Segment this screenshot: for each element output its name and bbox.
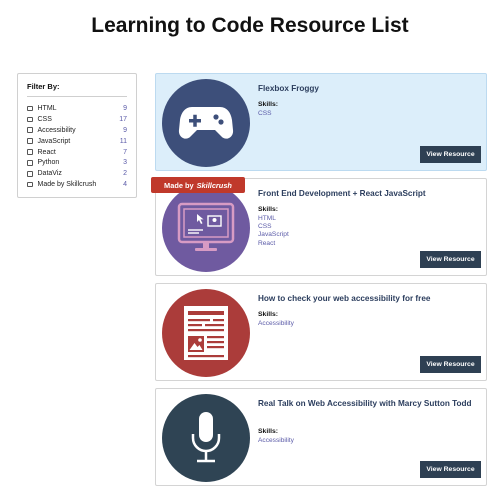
- checkbox[interactable]: [27, 160, 33, 166]
- checkbox[interactable]: [27, 138, 33, 144]
- skills-heading: Skills:: [258, 206, 279, 213]
- filter-option-html[interactable]: HTML 9: [27, 103, 127, 114]
- filter-label: Made by Skillcrush: [37, 181, 97, 189]
- filter-option-accessibility[interactable]: Accessibility 9: [27, 125, 127, 136]
- skill-tag[interactable]: React: [258, 240, 458, 248]
- resource-thumbnail: [162, 184, 250, 272]
- filter-count: 7: [123, 148, 127, 156]
- checkbox[interactable]: [27, 105, 33, 112]
- filter-panel: Filter By: HTML 9 CSS 17 Accessibility 9…: [17, 73, 137, 198]
- resource-title[interactable]: Real Talk on Web Accessibility with Marc…: [258, 398, 480, 409]
- skill-tag[interactable]: CSS: [258, 110, 458, 118]
- view-resource-button[interactable]: View Resource: [420, 356, 481, 373]
- view-resource-button[interactable]: View Resource: [420, 461, 481, 478]
- checkbox[interactable]: [27, 181, 33, 188]
- filter-label: JavaScript: [37, 137, 71, 145]
- skills-heading: Skills:: [258, 101, 279, 108]
- resource-card[interactable]: Flexbox Froggy Skills: CSS View Resource: [155, 73, 487, 171]
- resource-thumbnail: [162, 394, 250, 482]
- filter-title: Filter By:: [27, 82, 60, 91]
- skill-tag[interactable]: HTML: [258, 215, 458, 223]
- filter-count: 4: [123, 181, 127, 189]
- resource-title[interactable]: How to check your web accessibility for …: [258, 293, 480, 304]
- filter-count: 11: [119, 137, 127, 145]
- checkbox[interactable]: [27, 171, 33, 177]
- filter-label: React: [37, 148, 56, 156]
- badge-brand: Skillcrush: [196, 180, 232, 190]
- filter-label: Python: [37, 159, 60, 167]
- filter-count: 9: [123, 126, 127, 134]
- gamepad-icon: [178, 107, 234, 139]
- checkbox[interactable]: [27, 116, 33, 123]
- filter-list: HTML 9 CSS 17 Accessibility 9 JavaScript…: [27, 103, 127, 190]
- filter-label: HTML: [37, 104, 57, 112]
- filter-count: 9: [123, 104, 127, 112]
- skill-tag[interactable]: JavaScript: [258, 231, 458, 239]
- resource-card[interactable]: How to check your web accessibility for …: [155, 283, 487, 381]
- view-resource-button[interactable]: View Resource: [420, 146, 481, 163]
- filter-label: CSS: [37, 115, 52, 123]
- resource-title[interactable]: Flexbox Froggy: [258, 83, 480, 94]
- monitor-icon: [177, 202, 235, 251]
- filter-option-dataviz[interactable]: DataViz 2: [27, 168, 127, 179]
- skills-heading: Skills:: [258, 428, 279, 435]
- skills-section: Skills: CSS: [258, 101, 458, 118]
- view-resource-button[interactable]: View Resource: [420, 251, 481, 268]
- filter-option-css[interactable]: CSS 17: [27, 114, 127, 125]
- document-icon: [184, 306, 228, 360]
- skill-tag[interactable]: Accessibility: [258, 437, 458, 445]
- skills-section: Skills: HTML CSS JavaScript React: [258, 206, 458, 248]
- filter-option-react[interactable]: React 7: [27, 147, 127, 158]
- skills-section: Skills: Accessibility: [258, 428, 458, 445]
- checkbox[interactable]: [27, 127, 33, 133]
- skill-tag[interactable]: Accessibility: [258, 320, 458, 328]
- checkbox[interactable]: [27, 149, 33, 155]
- filter-count: 3: [123, 159, 127, 167]
- skills-heading: Skills:: [258, 311, 279, 318]
- skills-section: Skills: Accessibility: [258, 311, 458, 328]
- badge-prefix: Made by: [164, 180, 194, 190]
- filter-count: 2: [123, 170, 127, 178]
- filter-option-made-by-skillcrush[interactable]: Made by Skillcrush 4: [27, 179, 127, 190]
- microphone-icon: [191, 412, 221, 463]
- filter-divider: [27, 96, 127, 97]
- filter-label: DataViz: [37, 170, 62, 178]
- resource-thumbnail: [162, 79, 250, 167]
- filter-option-python[interactable]: Python 3: [27, 157, 127, 168]
- resource-thumbnail: [162, 289, 250, 377]
- filter-option-javascript[interactable]: JavaScript 11: [27, 136, 127, 147]
- page-title: Learning to Code Resource List: [91, 14, 409, 37]
- resource-card[interactable]: Real Talk on Web Accessibility with Marc…: [155, 388, 487, 486]
- made-by-skillcrush-badge: Made by Skillcrush: [151, 177, 245, 193]
- resource-title[interactable]: Front End Development + React JavaScript: [258, 188, 480, 199]
- skill-tag[interactable]: CSS: [258, 223, 458, 231]
- filter-label: Accessibility: [37, 126, 76, 134]
- filter-count: 17: [119, 115, 127, 123]
